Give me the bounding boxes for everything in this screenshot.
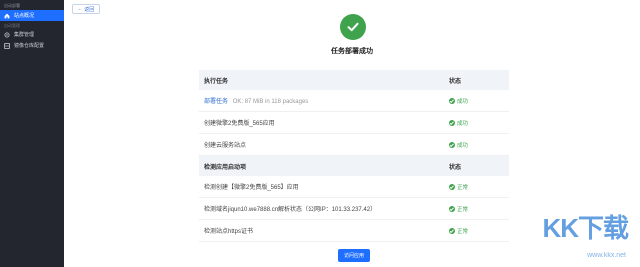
table-row: 检测站点https证书 正常 [199, 220, 509, 242]
sidebar-item-overview[interactable]: 站点概况 [0, 10, 64, 21]
success-icon [449, 97, 455, 104]
table-row: 检测域名jiqun10.we7888.cn解析状态（公网IP：101.33.23… [199, 198, 509, 220]
sidebar-header: 自动部署 [4, 3, 20, 8]
sidebar-item-registry[interactable]: 镜像仓库配置 [0, 40, 64, 51]
deploy-task-link[interactable]: 部署任务 [204, 99, 228, 105]
column-header-status: 状态 [449, 164, 462, 171]
status-badge: 成功 [457, 142, 469, 149]
success-check-icon [340, 14, 366, 40]
sidebar-group-label: 自动管理 [4, 23, 20, 28]
registry-icon [4, 42, 10, 49]
status-badge: 成功 [457, 120, 469, 127]
table-header: 执行任务 状态 [199, 70, 509, 90]
cluster-icon [4, 32, 10, 38]
task-name: 创建微擎2免费版_565应用 [204, 121, 275, 127]
table-row: 创建微擎2免费版_565应用 成功 [199, 112, 509, 134]
back-label: 返回 [84, 6, 95, 13]
success-icon [449, 141, 455, 148]
status-badge: 成功 [457, 98, 469, 105]
back-button[interactable]: ← 返回 [72, 4, 100, 14]
task-name: 创建云服务站点 [204, 143, 247, 149]
sidebar-item-cluster[interactable]: 集群管理 [0, 29, 64, 40]
column-header-check: 检测应用启动项 [204, 164, 247, 171]
column-header-task: 执行任务 [204, 78, 229, 85]
watermark-logo: KK下载 [542, 213, 629, 243]
result-table: 执行任务 状态 部署任务 OK: 87 MiB in 118 packages … [199, 70, 509, 242]
check-name: 检测站点https证书 [204, 229, 254, 235]
check-name: 检测域名jiqun10.we7888.cn解析状态（公网IP：101.33.23… [204, 207, 377, 213]
status-badge: 正常 [457, 228, 469, 235]
column-header-status: 状态 [449, 78, 462, 85]
table-header: 检测应用启动项 状态 [199, 156, 509, 176]
success-icon [449, 227, 455, 234]
watermark-url: www.kkx.net [587, 252, 626, 259]
sidebar-item-label: 镜像仓库配置 [14, 43, 45, 49]
sidebar-item-label: 站点概况 [14, 13, 35, 19]
check-name: 检测创建【微擎2免费版_565】应用 [204, 185, 299, 191]
sidebar: 自动部署 站点概况 自动管理 集群管理 镜像仓库配置 [0, 0, 64, 267]
sidebar-item-label: 集群管理 [14, 32, 35, 38]
status-badge: 正常 [457, 184, 469, 191]
success-icon [449, 119, 455, 126]
table-row: 创建云服务站点 成功 [199, 134, 509, 156]
home-icon [4, 13, 10, 19]
table-row: 部署任务 OK: 87 MiB in 118 packages 成功 [199, 90, 509, 112]
task-detail: OK: 87 MiB in 118 packages [232, 99, 309, 105]
page-title: 任务部署成功 [331, 48, 373, 55]
table-row: 检测创建【微擎2免费版_565】应用 正常 [199, 176, 509, 198]
visit-app-button[interactable]: 访问应用 [338, 249, 370, 262]
success-icon [449, 183, 455, 190]
status-badge: 正常 [457, 206, 469, 213]
success-icon [449, 205, 455, 212]
